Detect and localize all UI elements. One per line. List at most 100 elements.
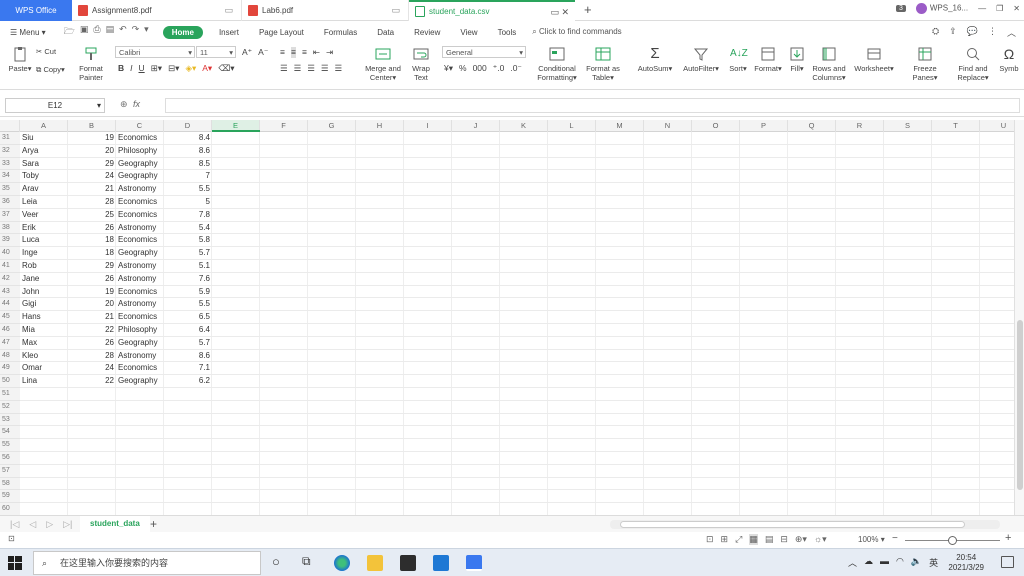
row-header[interactable]: 39 [0, 234, 20, 248]
taskbar-search-input[interactable]: ⌕ 在这里输入你要搜索的内容 [33, 551, 261, 575]
cell-age[interactable] [68, 465, 114, 478]
cell-name[interactable]: Rob [22, 260, 66, 273]
last-sheet-icon[interactable]: ▷| [63, 519, 72, 530]
row-header[interactable]: 56 [0, 452, 20, 465]
cell-name[interactable] [22, 439, 66, 452]
menu-data[interactable]: Data [367, 28, 404, 37]
fill-button[interactable]: Fill▾ [786, 46, 808, 73]
cell-score[interactable]: 7.1 [164, 362, 210, 375]
cell-name[interactable] [22, 426, 66, 439]
column-header-p[interactable]: P [740, 120, 788, 132]
menu-page-layout[interactable]: Page Layout [249, 28, 314, 37]
menu-formulas[interactable]: Formulas [314, 28, 367, 37]
cell-age[interactable]: 28 [68, 196, 114, 209]
cell-score[interactable]: 5.7 [164, 247, 210, 260]
row-header[interactable]: 35 [0, 183, 20, 196]
mail-icon[interactable] [433, 555, 449, 571]
cell-score[interactable] [164, 465, 210, 478]
cell-name[interactable]: Hans [22, 311, 66, 324]
row-header[interactable]: 45 [0, 311, 20, 324]
cell-age[interactable] [68, 503, 114, 515]
minimize-icon[interactable]: — [978, 4, 986, 13]
cut-button[interactable]: ✂ Cut [36, 47, 56, 56]
row-header[interactable]: 38 [0, 221, 20, 235]
protect-icon[interactable]: ⊡ [706, 534, 714, 545]
formula-input[interactable] [165, 98, 1020, 113]
cell-score[interactable]: 7.6 [164, 273, 210, 286]
column-header-j[interactable]: J [452, 120, 500, 132]
cell-name[interactable] [22, 452, 66, 465]
cell-name[interactable]: Veer [22, 209, 66, 222]
cell-score[interactable]: 5.5 [164, 183, 210, 196]
cell-age[interactable]: 19 [68, 286, 114, 299]
wifi-icon[interactable]: ◠ [896, 556, 904, 569]
bold-icon[interactable]: B [118, 63, 124, 74]
cell-name[interactable]: Max [22, 337, 66, 350]
vertical-scroll-thumb[interactable] [1017, 320, 1023, 490]
thousands-icon[interactable]: 000 [473, 63, 487, 74]
volume-icon[interactable]: 🔈 [911, 556, 922, 569]
worksheet-button[interactable]: Worksheet▾ [852, 46, 896, 73]
cell-age[interactable]: 18 [68, 234, 114, 247]
row-header[interactable]: 36 [0, 196, 20, 209]
column-header-r[interactable]: R [836, 120, 884, 132]
restore-icon[interactable]: ❐ [996, 4, 1003, 13]
column-header-b[interactable]: B [68, 120, 116, 132]
rows-and-columns-button[interactable]: Rows and Columns▾ [810, 46, 848, 82]
cell-score[interactable] [164, 478, 210, 491]
format-button[interactable]: Format▾ [752, 46, 784, 73]
row-header[interactable]: 54 [0, 426, 20, 440]
font-family-select[interactable]: Calibri ▾ [115, 46, 195, 58]
cell-age[interactable]: 20 [68, 298, 114, 311]
cell-score[interactable]: 5.5 [164, 298, 210, 311]
task-view-icon[interactable]: ⧉ [302, 554, 311, 569]
monitor-icon[interactable]: ▭ [224, 5, 233, 16]
name-box[interactable]: E12 ▾ [5, 98, 105, 113]
cell-score[interactable] [164, 426, 210, 439]
menu-view[interactable]: View [450, 28, 487, 37]
cell-score[interactable]: 5.9 [164, 286, 210, 299]
row-header[interactable]: 44 [0, 298, 20, 312]
cell-name[interactable]: Omar [22, 362, 66, 375]
align-middle-icon[interactable]: ≡ [290, 47, 296, 58]
cell-score[interactable]: 5 [164, 196, 210, 209]
cell-age[interactable] [68, 452, 114, 465]
cell-name[interactable] [22, 490, 66, 503]
sheet-tab-student-data[interactable]: student_data [80, 516, 150, 532]
cell-name[interactable]: Gigi [22, 298, 66, 311]
cell-name[interactable]: Sara [22, 158, 66, 171]
symbol-button[interactable]: Ω Symb [994, 46, 1024, 73]
clear-format-icon[interactable]: ⌫▾ [218, 63, 234, 74]
zoom-slider-knob[interactable] [948, 536, 957, 545]
select-all-corner[interactable] [0, 120, 20, 132]
cell-score[interactable]: 6.5 [164, 311, 210, 324]
cell-name[interactable]: Siu [22, 132, 66, 145]
redo-icon[interactable]: ↷ [132, 24, 140, 40]
align-right-icon[interactable]: ☰ [307, 63, 315, 74]
align-bottom-icon[interactable]: ≡ [302, 47, 307, 58]
cell-age[interactable]: 20 [68, 145, 114, 158]
format-as-table-button[interactable]: Format as Table▾ [584, 46, 622, 82]
column-header-f[interactable]: F [260, 120, 308, 132]
cell-age[interactable]: 26 [68, 337, 114, 350]
row-header[interactable]: 51 [0, 388, 20, 401]
horizontal-scrollbar[interactable] [610, 520, 1000, 529]
cell-score[interactable]: 5.1 [164, 260, 210, 273]
close-icon[interactable]: ▭ ✕ [550, 7, 569, 18]
cortana-icon[interactable]: ○ [272, 554, 280, 569]
cell-name[interactable] [22, 388, 66, 401]
cell-score[interactable]: 5.8 [164, 234, 210, 247]
cell-name[interactable] [22, 478, 66, 491]
align-top-icon[interactable]: ≡ [280, 47, 285, 58]
row-header[interactable]: 60 [0, 503, 20, 515]
column-header-q[interactable]: Q [788, 120, 836, 132]
zoom-in-icon[interactable]: + [1005, 532, 1011, 544]
fill-color-icon[interactable]: ◈▾ [185, 63, 196, 74]
cell-name[interactable]: John [22, 286, 66, 299]
first-sheet-icon[interactable]: |◁ [10, 519, 19, 530]
clock[interactable]: 20:54 2021/3/29 [948, 553, 984, 573]
tab-student-data[interactable]: student_data.csv ▭ ✕ [409, 0, 575, 21]
cell-age[interactable]: 19 [68, 132, 114, 145]
column-header-d[interactable]: D [164, 120, 212, 132]
column-header-o[interactable]: O [692, 120, 740, 132]
